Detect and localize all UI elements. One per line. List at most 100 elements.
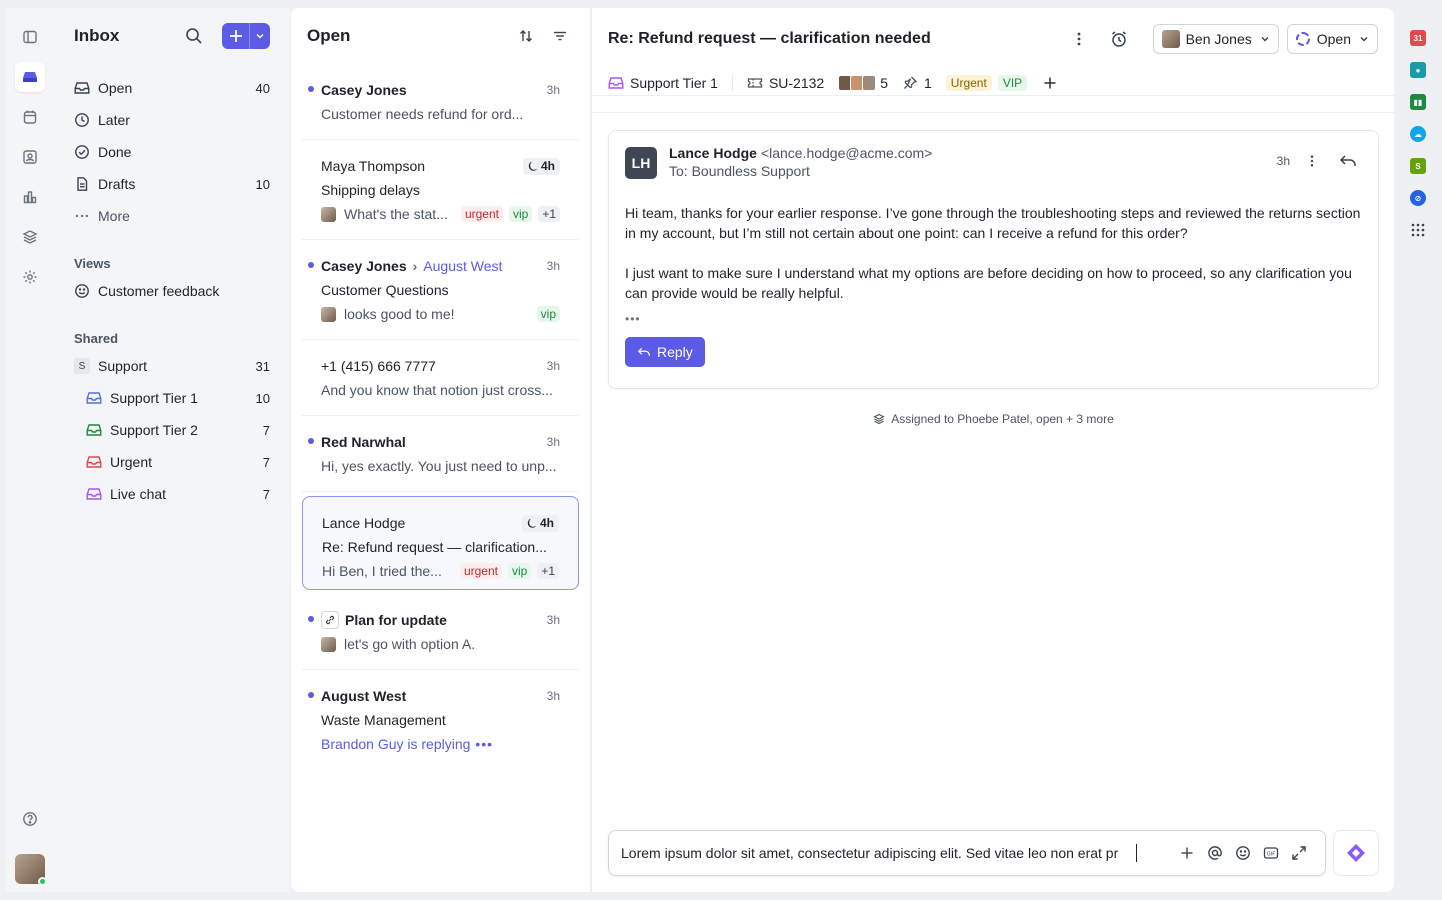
reply-arrow-icon[interactable] xyxy=(1334,151,1362,171)
plus-icon[interactable] xyxy=(222,23,250,49)
nav-item-done[interactable]: Done xyxy=(74,136,270,168)
tag-vip[interactable]: VIP xyxy=(997,74,1028,91)
conversation-name: +1 (415) 666 7777 xyxy=(321,358,436,374)
nav-label: Open xyxy=(98,80,133,96)
unread-dot xyxy=(308,616,314,622)
message-recipient: To: Boundless Support xyxy=(669,163,810,179)
nav-item-live-chat[interactable]: Live chat 7 xyxy=(86,478,270,510)
contacts-icon[interactable] xyxy=(15,142,45,172)
conversation-item[interactable]: Plan for update 3h let's go with option A… xyxy=(302,594,579,670)
nav-item-support-tier-2[interactable]: Support Tier 2 7 xyxy=(86,414,270,446)
avatar xyxy=(321,306,336,322)
pin-icon xyxy=(902,75,918,91)
shared-section-label: Shared xyxy=(74,331,119,346)
help-icon[interactable] xyxy=(15,804,45,834)
meta-pins[interactable]: 1 xyxy=(902,75,932,91)
support-letter-badge: S xyxy=(74,358,90,374)
nav-item-customer-feedback[interactable]: Customer feedback xyxy=(74,275,270,307)
message-paragraph: Hi team, thanks for your earlier respons… xyxy=(625,205,1361,241)
conversation-item[interactable]: Maya Thompson ⏾ 4h Shipping delays What's… xyxy=(302,140,579,240)
reply-composer[interactable]: Lorem ipsum dolor sit amet, consectetur … xyxy=(608,830,1326,876)
nav-label: Support Tier 1 xyxy=(110,390,198,406)
nav-item-open[interactable]: Open 40 xyxy=(74,72,270,104)
alarm-clock-icon[interactable] xyxy=(1105,25,1133,53)
sidebar-toggle-icon[interactable] xyxy=(15,22,45,52)
composer-input[interactable]: Lorem ipsum dolor sit amet, consectetur … xyxy=(621,845,1136,861)
expand-quoted-icon[interactable]: ••• xyxy=(625,309,1362,329)
more-vertical-icon[interactable] xyxy=(1298,151,1326,171)
more-vertical-icon[interactable] xyxy=(1065,25,1093,53)
settings-gear-icon[interactable] xyxy=(15,262,45,292)
assignee-dropdown[interactable]: Ben Jones xyxy=(1152,24,1279,54)
notes-app-icon[interactable]: ▮▮ xyxy=(1410,94,1426,110)
tag-vip: vip xyxy=(536,306,560,322)
conversation-preview: Hi Ben, I tried the... xyxy=(322,563,442,579)
sort-icon[interactable] xyxy=(512,22,540,50)
sender-avatar: LH xyxy=(625,147,657,179)
avatar xyxy=(1161,30,1180,48)
contact-app-icon[interactable]: ● xyxy=(1410,62,1426,78)
compose-button[interactable] xyxy=(222,23,270,49)
chevron-down-icon xyxy=(1359,31,1369,47)
meta-inbox-label: Support Tier 1 xyxy=(630,74,718,91)
tag-urgent[interactable]: Urgent xyxy=(945,74,992,91)
shop-app-icon[interactable]: S xyxy=(1410,158,1426,174)
conversation-preview: What's the stat... xyxy=(344,206,448,222)
conversation-subject: Customer Questions xyxy=(321,282,449,298)
expand-icon[interactable] xyxy=(1285,839,1313,867)
conversation-item[interactable]: August West 3h Waste Management Brandon G… xyxy=(302,670,579,770)
activity-note[interactable]: Assigned to Phoebe Patel, open + 3 more xyxy=(592,412,1395,426)
conversation-time: 3h xyxy=(546,259,560,273)
nav-item-more[interactable]: More xyxy=(74,200,270,232)
add-attachment-icon[interactable] xyxy=(1173,839,1201,867)
conversation-item[interactable]: +1 (415) 666 7777 3h And you know that no… xyxy=(302,340,579,416)
nav-item-later[interactable]: Later xyxy=(74,104,270,136)
calendar-app-icon[interactable]: 31 xyxy=(1410,30,1426,46)
link-app-icon[interactable]: ⊘ xyxy=(1410,190,1426,206)
inbox-icon[interactable] xyxy=(15,62,45,92)
gif-icon[interactable]: GIF xyxy=(1257,839,1285,867)
nav-label: Customer feedback xyxy=(98,283,220,299)
calendar-icon[interactable] xyxy=(15,102,45,132)
nav-label: Later xyxy=(98,112,130,128)
nav-item-support[interactable]: S Support 31 xyxy=(74,350,270,382)
nav-item-urgent[interactable]: Urgent 7 xyxy=(86,446,270,478)
conversation-name: Casey Jones xyxy=(321,82,407,98)
nav-item-drafts[interactable]: Drafts 10 xyxy=(74,168,270,200)
conversation-item[interactable]: Casey Jones › August West 3h Customer Quest… xyxy=(302,240,579,340)
conversation-name: Lance Hodge xyxy=(322,515,406,531)
unread-dot xyxy=(308,86,314,92)
check-circle-icon xyxy=(74,144,90,160)
user-avatar[interactable] xyxy=(15,854,47,886)
add-tag-icon[interactable] xyxy=(1043,76,1057,90)
conversation-list: Open Casey Jones 3h Customer needs refund… xyxy=(291,8,590,892)
reply-button[interactable]: Reply xyxy=(625,337,705,367)
meta-ticket[interactable]: SU-2132 xyxy=(747,75,824,91)
mention-icon[interactable] xyxy=(1201,839,1229,867)
cloud-app-icon[interactable]: ☁ xyxy=(1410,126,1426,142)
status-dropdown[interactable]: Open xyxy=(1286,24,1378,54)
meta-inbox[interactable]: Support Tier 1 xyxy=(608,75,718,91)
conversation-item-selected[interactable]: Lance Hodge ⏾ 4h Re: Refund request — cla… xyxy=(302,496,579,590)
typing-indicator: Brandon Guy is replying xyxy=(321,736,471,752)
emoji-icon[interactable] xyxy=(1229,839,1257,867)
inbox-tray-icon xyxy=(86,454,102,470)
layers-icon[interactable] xyxy=(15,222,45,252)
meta-participants[interactable]: 5 xyxy=(838,74,888,91)
sender-email: <lance.hodge@acme.com> xyxy=(760,145,933,161)
search-icon[interactable] xyxy=(180,22,208,50)
conversation-item[interactable]: Red Narwhal 3h Hi, yes exactly. You just … xyxy=(302,416,579,492)
filter-icon[interactable] xyxy=(546,22,574,50)
avatar xyxy=(321,636,336,652)
nav-count: 7 xyxy=(262,422,270,438)
chevron-down-icon[interactable] xyxy=(250,23,270,49)
nav-count: 40 xyxy=(255,80,270,96)
ai-assist-button[interactable] xyxy=(1333,830,1379,876)
analytics-icon[interactable] xyxy=(15,182,45,212)
apps-grid-icon[interactable] xyxy=(1410,222,1426,238)
online-status-dot xyxy=(38,877,47,886)
nav-label: Drafts xyxy=(98,176,136,192)
nav-item-support-tier-1[interactable]: Support Tier 1 10 xyxy=(86,382,270,414)
reply-arrow-icon xyxy=(637,346,651,358)
conversation-item[interactable]: Casey Jones 3h Customer needs refund for … xyxy=(302,64,579,140)
